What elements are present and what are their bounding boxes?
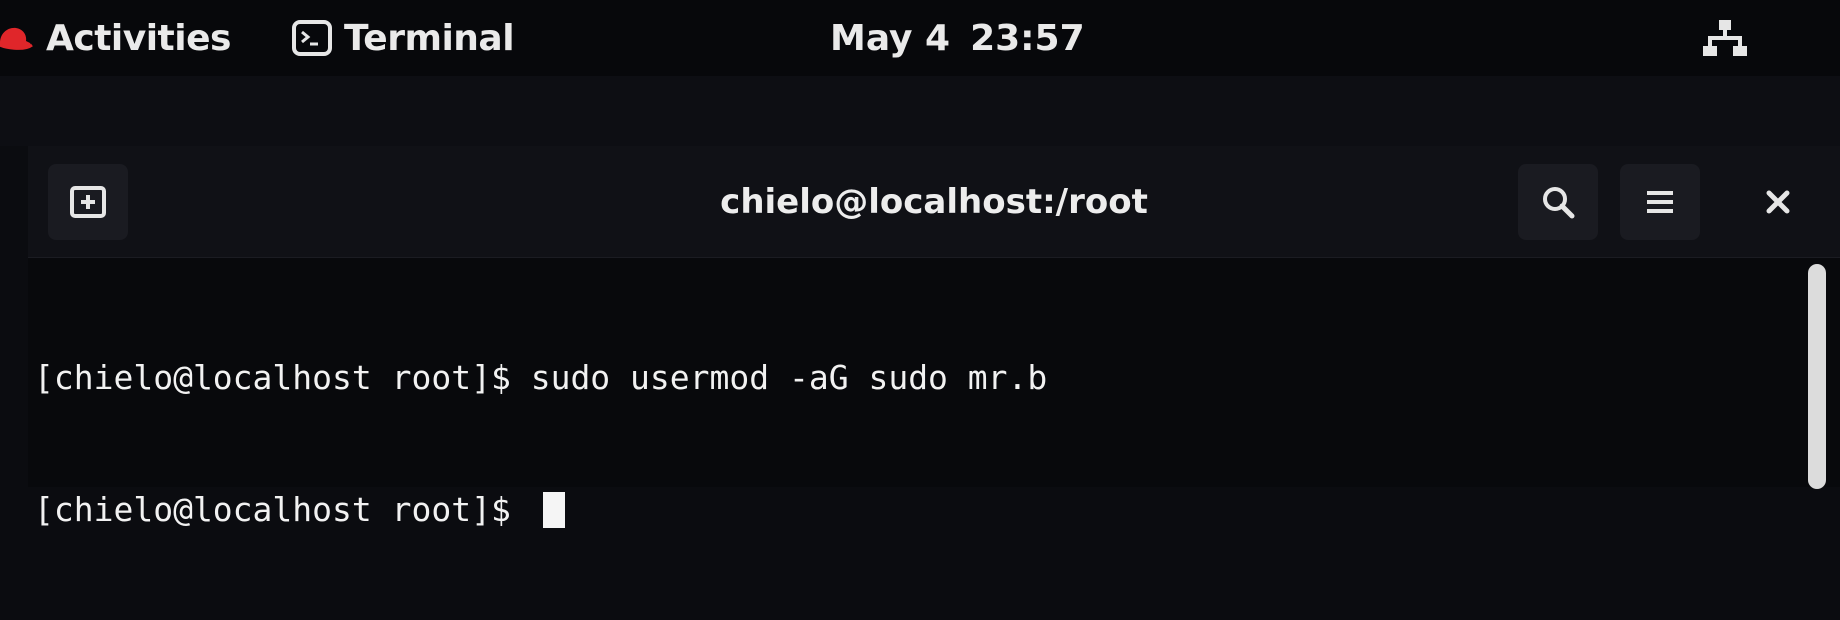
scrollbar-thumb[interactable] <box>1808 264 1826 489</box>
top-bar: Activities Terminal May 4 23:57 <box>0 0 1840 76</box>
terminal-window: chielo@localhost:/root [chielo@localhost… <box>28 146 1840 529</box>
close-button[interactable] <box>1738 164 1818 240</box>
activities-button[interactable]: Activities <box>0 14 231 62</box>
text-cursor <box>542 492 565 528</box>
desktop-background <box>0 76 1840 146</box>
terminal-output[interactable]: [chielo@localhost root]$ sudo usermod -a… <box>28 258 1840 529</box>
redhat-icon <box>0 27 33 50</box>
terminal-line: [chielo@localhost root]$ sudo usermod -a… <box>34 356 1794 400</box>
search-button[interactable] <box>1518 164 1598 240</box>
scrollbar[interactable] <box>1806 264 1828 489</box>
search-icon <box>1543 187 1575 219</box>
new-tab-icon <box>70 186 106 218</box>
terminal-app-icon <box>292 20 332 56</box>
terminal-prompt: [chielo@localhost root]$ <box>34 490 531 529</box>
terminal-lines: [chielo@localhost root]$ sudo usermod -a… <box>34 268 1794 620</box>
hamburger-menu-icon <box>1647 191 1673 213</box>
menu-button[interactable] <box>1620 164 1700 240</box>
terminal-line: [chielo@localhost root]$ <box>34 488 1794 532</box>
clock[interactable]: May 4 23:57 <box>830 14 1085 62</box>
network-icon[interactable] <box>1700 18 1750 58</box>
new-tab-button[interactable] <box>48 164 128 240</box>
header-bar[interactable]: chielo@localhost:/root <box>28 146 1840 258</box>
clock-date: May 4 <box>830 17 951 59</box>
app-menu[interactable]: Terminal <box>292 14 515 62</box>
terminal-prompt: [chielo@localhost root]$ <box>34 358 531 397</box>
terminal-command: sudo usermod -aG sudo mr.b <box>530 358 1048 397</box>
clock-time: 23:57 <box>970 17 1085 59</box>
activities-label: Activities <box>46 17 231 59</box>
app-menu-label: Terminal <box>344 17 515 59</box>
close-icon <box>1766 190 1790 214</box>
